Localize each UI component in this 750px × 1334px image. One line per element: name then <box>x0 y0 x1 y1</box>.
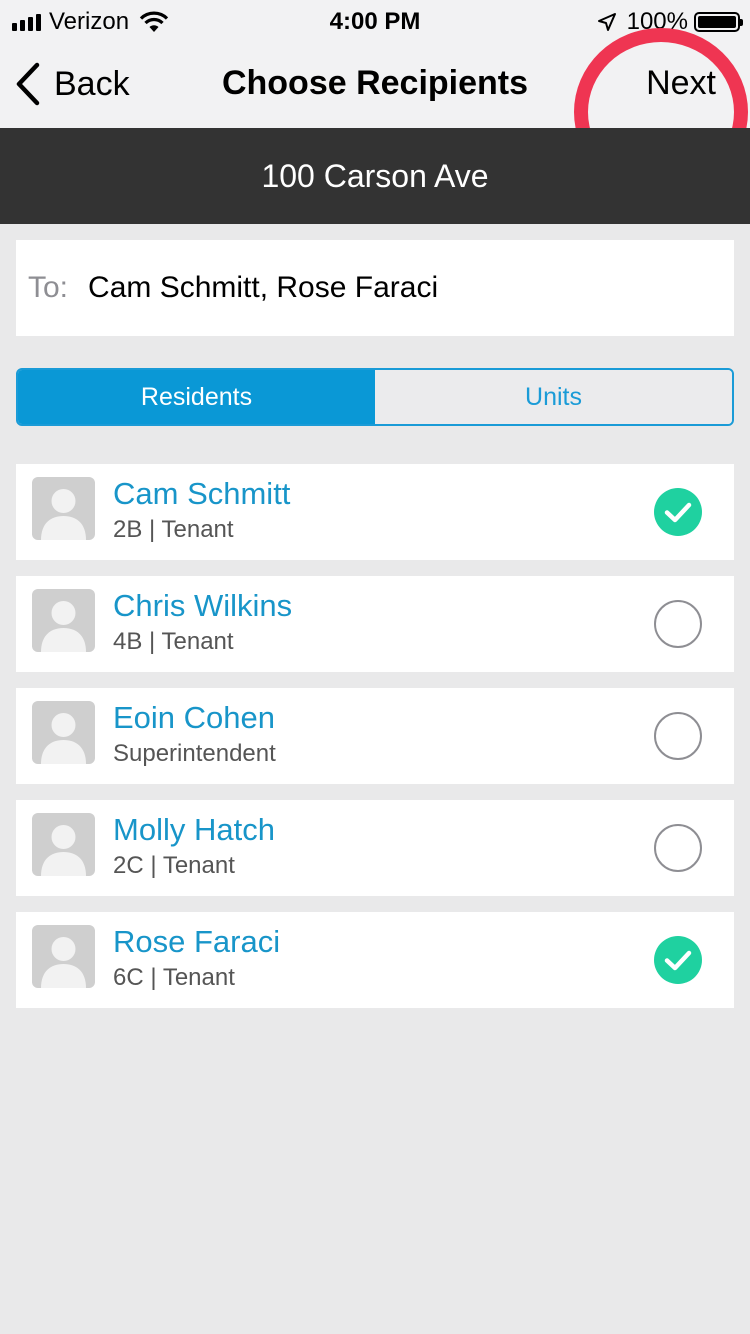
avatar-placeholder-icon <box>32 477 95 540</box>
checkmark-selected-icon[interactable] <box>654 488 702 536</box>
recipient-type-segmented-control: Residents Units <box>16 368 734 426</box>
resident-row[interactable]: Eoin Cohen Superintendent <box>16 688 734 784</box>
avatar-placeholder-icon <box>32 813 95 876</box>
segment-units[interactable]: Units <box>375 370 732 424</box>
unselected-circle-icon[interactable] <box>654 600 702 648</box>
resident-detail: Superintendent <box>113 740 276 767</box>
resident-name: Cam Schmitt <box>113 476 291 511</box>
segment-residents[interactable]: Residents <box>18 370 375 424</box>
avatar-placeholder-icon <box>32 701 95 764</box>
location-arrow-icon <box>597 13 616 31</box>
resident-name: Eoin Cohen <box>113 700 276 735</box>
resident-row[interactable]: Chris Wilkins 4B | Tenant <box>16 576 734 672</box>
resident-detail: 2C | Tenant <box>113 852 235 879</box>
resident-name: Molly Hatch <box>113 812 275 847</box>
resident-row[interactable]: Cam Schmitt 2B | Tenant <box>16 464 734 560</box>
to-label: To: <box>28 271 69 304</box>
checkmark-selected-icon[interactable] <box>654 936 702 984</box>
resident-row[interactable]: Rose Faraci 6C | Tenant <box>16 912 734 1008</box>
to-recipients-value: Cam Schmitt, Rose Faraci <box>88 271 439 304</box>
battery-icon <box>694 12 743 32</box>
resident-row[interactable]: Molly Hatch 2C | Tenant <box>16 800 734 896</box>
resident-detail: 4B | Tenant <box>113 628 234 655</box>
to-field[interactable]: To: Cam Schmitt, Rose Faraci <box>16 240 734 336</box>
resident-list: Cam Schmitt 2B | Tenant Chris Wilkins 4B… <box>16 464 734 1024</box>
resident-detail: 6C | Tenant <box>113 964 235 991</box>
unselected-circle-icon[interactable] <box>654 824 702 872</box>
property-address: 100 Carson Ave <box>0 128 750 224</box>
resident-name: Rose Faraci <box>113 924 281 959</box>
unselected-circle-icon[interactable] <box>654 712 702 760</box>
avatar-placeholder-icon <box>32 925 95 988</box>
resident-name: Chris Wilkins <box>113 588 293 623</box>
resident-detail: 2B | Tenant <box>113 516 234 543</box>
avatar-placeholder-icon <box>32 589 95 652</box>
